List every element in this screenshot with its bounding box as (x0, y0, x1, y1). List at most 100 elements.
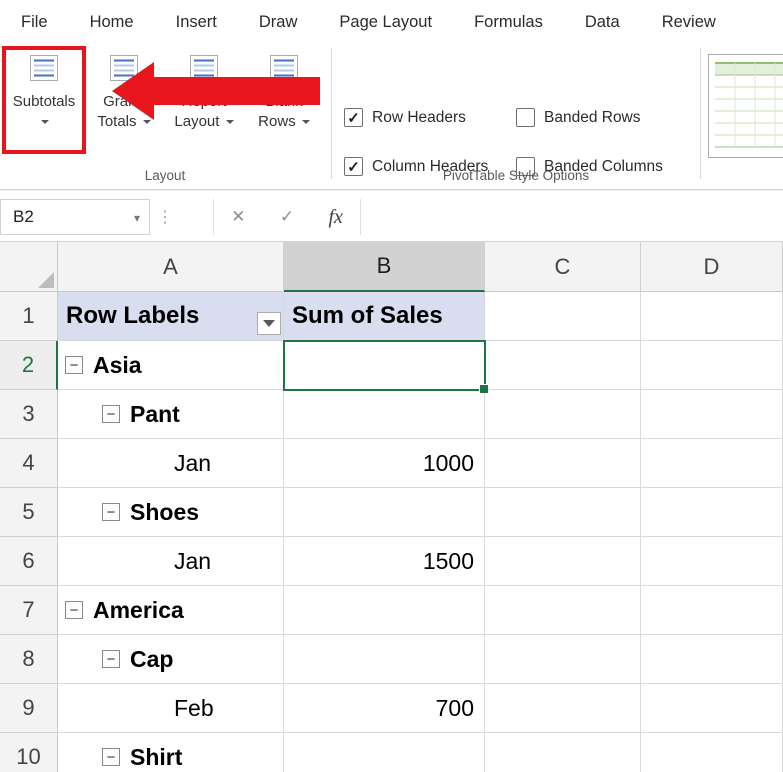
pivot-style-options: ✓ Row Headers Banded Rows ✓ Column Headers Ba… (344, 108, 702, 176)
row-header-4[interactable]: 4 (0, 439, 58, 488)
cell-B3[interactable] (284, 390, 485, 439)
row-header-2[interactable]: 2 (0, 341, 58, 390)
cell-C4[interactable] (485, 439, 641, 488)
ribbon-tab-bar: File Home Insert Draw Page Layout Formulas Dat… (0, 0, 783, 44)
tab-file[interactable]: File (0, 0, 69, 44)
cell-B10[interactable] (284, 733, 485, 772)
cell-A7[interactable]: − America (58, 586, 284, 635)
col-header-D[interactable]: D (641, 242, 783, 292)
tab-data[interactable]: Data (564, 0, 641, 44)
cell-A5[interactable]: − Shoes (58, 488, 284, 537)
row-header-3[interactable]: 3 (0, 390, 58, 439)
subtotals-button[interactable]: Subtotals (4, 50, 84, 131)
col-header-A[interactable]: A (58, 242, 284, 292)
cell-value: Jan (174, 449, 212, 476)
cell-value: 1500 (422, 547, 474, 574)
dropdown-chevron-icon (142, 119, 151, 124)
row-header-5[interactable]: 5 (0, 488, 58, 537)
tab-home[interactable]: Home (69, 0, 155, 44)
cell-B6[interactable]: 1500 (284, 537, 485, 586)
row-header-6[interactable]: 6 (0, 537, 58, 586)
cell-C2[interactable] (485, 341, 641, 390)
tab-insert[interactable]: Insert (155, 0, 238, 44)
row-header-8[interactable]: 8 (0, 635, 58, 684)
checkbox-unchecked-icon[interactable] (516, 108, 535, 127)
insert-function-button[interactable]: fx (311, 199, 360, 235)
col-header-B[interactable]: B (284, 242, 485, 292)
select-all-triangle-icon (38, 272, 54, 288)
cell-C5[interactable] (485, 488, 641, 537)
tab-page-layout[interactable]: Page Layout (318, 0, 453, 44)
cell-C8[interactable] (485, 635, 641, 684)
grid-row-6: 6 Jan 1500 (0, 537, 783, 586)
cell-value: Shirt (130, 743, 183, 770)
select-all-corner[interactable] (0, 242, 58, 292)
cell-C9[interactable] (485, 684, 641, 733)
cell-B9[interactable]: 700 (284, 684, 485, 733)
collapse-button[interactable]: − (102, 405, 120, 423)
cell-D5[interactable] (641, 488, 783, 537)
cell-B1[interactable]: Sum of Sales (284, 292, 485, 341)
cell-B7[interactable] (284, 586, 485, 635)
blank-rows-icon (269, 54, 299, 87)
report-layout-button[interactable]: Report Layout (164, 50, 244, 131)
cell-D9[interactable] (641, 684, 783, 733)
cell-C7[interactable] (485, 586, 641, 635)
cell-B2[interactable] (284, 341, 485, 390)
pivot-style-thumbnail-icon (708, 54, 783, 158)
cell-A2[interactable]: − Asia (58, 341, 284, 390)
collapse-button[interactable]: − (65, 601, 83, 619)
cell-A8[interactable]: − Cap (58, 635, 284, 684)
filter-dropdown-button[interactable] (257, 312, 281, 335)
name-box[interactable]: B2 ▾ (0, 199, 150, 235)
row-header-1[interactable]: 1 (0, 292, 58, 341)
cell-D1[interactable] (641, 292, 783, 341)
col-header-C[interactable]: C (485, 242, 641, 292)
formula-bar: B2 ▾ ⋮ ✕ ✓ fx (0, 190, 783, 242)
grand-totals-button[interactable]: Grand Totals (84, 50, 164, 131)
layout-group-buttons: Subtotals Grand Totals Report Layout Bla… (4, 50, 324, 131)
tab-draw[interactable]: Draw (238, 0, 319, 44)
cell-A3[interactable]: − Pant (58, 390, 284, 439)
row-header-9[interactable]: 9 (0, 684, 58, 733)
collapse-button[interactable]: − (65, 356, 83, 374)
cell-D3[interactable] (641, 390, 783, 439)
cell-A4[interactable]: Jan (58, 439, 284, 488)
row-header-7[interactable]: 7 (0, 586, 58, 635)
cell-B4[interactable]: 1000 (284, 439, 485, 488)
tab-review[interactable]: Review (641, 0, 737, 44)
cell-C6[interactable] (485, 537, 641, 586)
cell-A10[interactable]: − Shirt (58, 733, 284, 772)
checkbox-checked-icon[interactable]: ✓ (344, 108, 363, 127)
checkbox-row-headers[interactable]: ✓ Row Headers (344, 108, 516, 127)
cancel-button[interactable]: ✕ (214, 199, 263, 235)
cell-D10[interactable] (641, 733, 783, 772)
cell-D4[interactable] (641, 439, 783, 488)
cell-B8[interactable] (284, 635, 485, 684)
cell-B5[interactable] (284, 488, 485, 537)
cell-D6[interactable] (641, 537, 783, 586)
pivot-style-preview[interactable] (708, 54, 783, 158)
enter-button[interactable]: ✓ (263, 199, 312, 235)
collapse-button[interactable]: − (102, 748, 120, 766)
collapse-button[interactable]: − (102, 503, 120, 521)
checkbox-banded-rows[interactable]: Banded Rows (516, 108, 702, 127)
name-box-dropdown-icon[interactable]: ▾ (134, 211, 140, 225)
tab-formulas[interactable]: Formulas (453, 0, 564, 44)
cell-A9[interactable]: Feb (58, 684, 284, 733)
cell-C3[interactable] (485, 390, 641, 439)
blank-rows-button[interactable]: Blank Rows (244, 50, 324, 131)
cell-C1[interactable] (485, 292, 641, 341)
cell-C10[interactable] (485, 733, 641, 772)
excel-window: File Home Insert Draw Page Layout Formulas Dat… (0, 0, 783, 772)
cell-D7[interactable] (641, 586, 783, 635)
grid-row-8: 8− Cap (0, 635, 783, 684)
group-separator (331, 48, 332, 179)
row-header-10[interactable]: 10 (0, 733, 58, 772)
cell-A6[interactable]: Jan (58, 537, 284, 586)
cell-D8[interactable] (641, 635, 783, 684)
collapse-button[interactable]: − (102, 650, 120, 668)
cell-D2[interactable] (641, 341, 783, 390)
formula-input[interactable] (362, 199, 783, 235)
cell-A1[interactable]: Row Labels (58, 292, 284, 341)
